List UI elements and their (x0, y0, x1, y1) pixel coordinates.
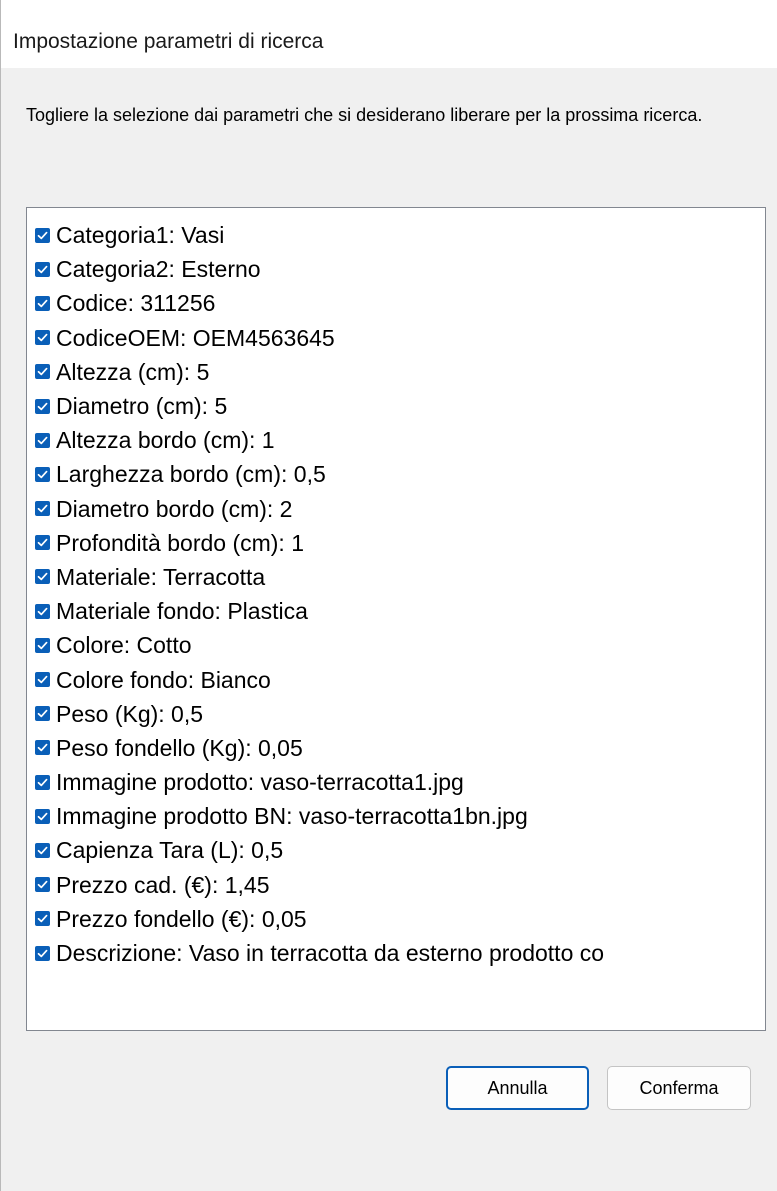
parameter-checkbox[interactable] (35, 740, 50, 756)
window-title: Impostazione parametri di ricerca (13, 30, 324, 53)
checkmark-icon (37, 744, 48, 752)
parameter-item[interactable]: Diametro (cm): 5 (35, 389, 765, 423)
checkmark-icon (37, 812, 48, 821)
checkmark-icon (37, 880, 48, 889)
parameter-item[interactable]: Profondità bordo (cm): 1 (35, 526, 765, 560)
parameter-label: Immagine prodotto: vaso-terracotta1.jpg (56, 769, 464, 796)
checkmark-icon (37, 915, 48, 923)
parameter-item[interactable]: Immagine prodotto BN: vaso-terracotta1bn… (35, 799, 765, 833)
parameter-label: Colore fondo: Bianco (56, 666, 271, 693)
parameter-label: Larghezza bordo (cm): 0,5 (56, 461, 326, 488)
parameter-label: CodiceOEM: OEM4563645 (56, 324, 335, 351)
parameter-label: Prezzo cad. (€): 1,45 (56, 871, 270, 898)
parameter-label: Diametro (cm): 5 (56, 393, 228, 420)
parameter-checkbox[interactable] (35, 261, 50, 277)
parameter-item[interactable]: Categoria1: Vasi (35, 218, 765, 252)
parameter-label: Altezza (cm): 5 (56, 358, 210, 385)
title-bar[interactable]: Impostazione parametri di ricerca (1, 0, 777, 68)
parameter-item[interactable]: Larghezza bordo (cm): 0,5 (35, 457, 765, 491)
checkmark-icon (37, 504, 48, 513)
checkmark-icon (37, 333, 48, 342)
parameter-checkbox[interactable] (35, 637, 50, 653)
parameter-checkbox[interactable] (35, 569, 50, 585)
checkmark-icon (37, 573, 48, 581)
parameter-list: Categoria1: Vasi Categoria2: Esterno Codic… (35, 218, 765, 970)
checkmark-icon (37, 709, 48, 718)
parameter-checkbox[interactable] (35, 672, 50, 688)
parameter-label: Capienza Tara (L): 0,5 (56, 837, 284, 864)
parameter-checkbox[interactable] (35, 842, 50, 858)
parameter-label: Materiale fondo: Plastica (56, 598, 308, 625)
checkmark-icon (37, 607, 48, 615)
parameter-checkbox[interactable] (35, 911, 50, 927)
parameter-item[interactable]: Materiale fondo: Plastica (35, 594, 765, 628)
parameter-checkbox[interactable] (35, 432, 50, 448)
parameter-label: Categoria1: Vasi (56, 222, 225, 249)
parameter-label: Prezzo fondello (€): 0,05 (56, 905, 307, 932)
confirm-button[interactable]: Conferma (607, 1066, 751, 1110)
checkmark-icon (37, 402, 48, 410)
parameter-checkbox[interactable] (35, 535, 50, 551)
parameter-label: Peso fondello (Kg): 0,05 (56, 734, 303, 761)
checkmark-icon (37, 231, 48, 239)
checkmark-icon (37, 846, 48, 855)
parameter-checkbox[interactable] (35, 227, 50, 243)
parameter-item[interactable]: Colore: Cotto (35, 628, 765, 662)
parameter-checkbox[interactable] (35, 330, 50, 346)
parameter-item[interactable]: Prezzo fondello (€): 0,05 (35, 902, 765, 936)
parameter-item[interactable]: Materiale: Terracotta (35, 560, 765, 594)
parameter-item[interactable]: CodiceOEM: OEM4563645 (35, 321, 765, 355)
parameter-checklist[interactable]: Categoria1: Vasi Categoria2: Esterno Codic… (26, 207, 766, 1031)
cancel-button[interactable]: Annulla (446, 1066, 589, 1110)
parameter-item[interactable]: Diametro bordo (cm): 2 (35, 492, 765, 526)
checkmark-icon (37, 539, 48, 547)
parameter-checkbox[interactable] (35, 808, 50, 824)
parameter-item[interactable]: Immagine prodotto: vaso-terracotta1.jpg (35, 765, 765, 799)
parameter-checkbox[interactable] (35, 501, 50, 517)
parameter-item[interactable]: Capienza Tara (L): 0,5 (35, 833, 765, 867)
checkmark-icon (37, 778, 48, 786)
parameter-item[interactable]: Prezzo cad. (€): 1,45 (35, 868, 765, 902)
parameter-label: Profondità bordo (cm): 1 (56, 529, 305, 556)
parameter-checkbox[interactable] (35, 466, 50, 482)
checkmark-icon (37, 299, 48, 308)
parameter-item[interactable]: Categoria2: Esterno (35, 252, 765, 286)
parameter-item[interactable]: Peso fondello (Kg): 0,05 (35, 731, 765, 765)
parameter-item[interactable]: Altezza bordo (cm): 1 (35, 423, 765, 457)
parameter-checkbox[interactable] (35, 877, 50, 893)
parameter-checkbox[interactable] (35, 774, 50, 790)
parameter-item[interactable]: Codice: 311256 (35, 286, 765, 320)
parameter-label: Immagine prodotto BN: vaso-terracotta1bn… (56, 803, 528, 830)
parameter-label: Altezza bordo (cm): 1 (56, 427, 275, 454)
parameter-item[interactable]: Altezza (cm): 5 (35, 355, 765, 389)
parameter-label: Descrizione: Vaso in terracotta da ester… (56, 940, 605, 967)
checkmark-icon (37, 675, 48, 684)
checkmark-icon (37, 368, 48, 376)
parameter-label: Materiale: Terracotta (56, 563, 266, 590)
checkmark-icon (37, 470, 48, 479)
parameter-label: Colore: Cotto (56, 632, 192, 659)
parameter-label: Codice: 311256 (56, 290, 216, 317)
parameter-item[interactable]: Descrizione: Vaso in terracotta da ester… (35, 936, 765, 970)
instruction-text: Togliere la selezione dai parametri che … (26, 105, 703, 125)
parameter-checkbox[interactable] (35, 706, 50, 722)
parameter-item[interactable]: Peso (Kg): 0,5 (35, 697, 765, 731)
parameter-checkbox[interactable] (35, 364, 50, 380)
parameter-checkbox[interactable] (35, 945, 50, 961)
parameter-checkbox[interactable] (35, 295, 50, 311)
checkmark-icon (37, 265, 48, 274)
parameter-label: Categoria2: Esterno (56, 256, 261, 283)
parameter-checkbox[interactable] (35, 398, 50, 414)
parameter-label: Peso (Kg): 0,5 (56, 700, 204, 727)
parameter-item[interactable]: Colore fondo: Bianco (35, 662, 765, 696)
parameter-label: Diametro bordo (cm): 2 (56, 495, 293, 522)
checkmark-icon (37, 949, 48, 957)
checkmark-icon (37, 436, 48, 444)
dialog-window: Impostazione parametri di ricerca Toglie… (0, 0, 777, 1191)
checkmark-icon (37, 641, 48, 650)
parameter-checkbox[interactable] (35, 603, 50, 619)
